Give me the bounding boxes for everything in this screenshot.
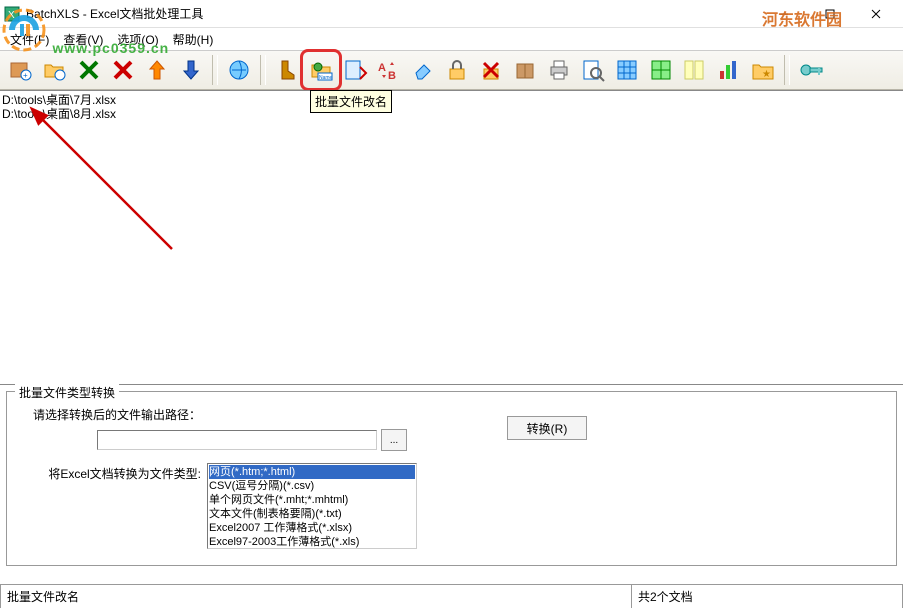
statusbar: 批量文件改名 共2个文档 xyxy=(0,584,903,608)
menu-options[interactable]: 选项(O) xyxy=(111,29,164,50)
worksheet-blue-icon[interactable] xyxy=(611,54,643,86)
svg-text:A: A xyxy=(378,62,386,74)
type-label: 将Excel文档转换为文件类型: xyxy=(17,463,207,482)
file-list[interactable]: D:\tools\桌面\7月.xlsx D:\tools\桌面\8月.xlsx xyxy=(0,90,903,384)
svg-text:+: + xyxy=(23,71,28,80)
list-item[interactable]: D:\tools\桌面\7月.xlsx xyxy=(2,93,903,107)
annotation-arrow xyxy=(22,99,202,279)
move-up-icon[interactable] xyxy=(141,54,173,86)
add-folder-icon[interactable] xyxy=(39,54,71,86)
menubar: 文件(F) 查看(V) 选项(O) 帮助(H) xyxy=(0,28,903,50)
worksheet-green-icon[interactable] xyxy=(645,54,677,86)
convert-panel: 批量文件类型转换 请选择转换后的文件输出路径： ... 转换(R) 将Excel… xyxy=(0,384,903,576)
package-icon[interactable] xyxy=(509,54,541,86)
lock-icon[interactable] xyxy=(441,54,473,86)
svg-text:★: ★ xyxy=(762,69,771,80)
rename-tooltip: 批量文件改名 xyxy=(310,90,392,113)
minimize-button[interactable] xyxy=(761,0,807,28)
maximize-button[interactable] xyxy=(807,0,853,28)
type-option[interactable]: 网页(*.htm;*.html) xyxy=(209,465,415,479)
browse-button[interactable]: ... xyxy=(381,429,407,451)
add-files-icon[interactable]: + xyxy=(5,54,37,86)
type-option[interactable]: CSV(逗号分隔)(*.csv) xyxy=(209,479,415,493)
toolbar: + Name AB ★ xyxy=(0,50,903,90)
folder-star-icon[interactable]: ★ xyxy=(747,54,779,86)
menu-view[interactable]: 查看(V) xyxy=(57,29,109,50)
type-option[interactable]: Excel2007 工作薄格式(*.xlsx) xyxy=(209,521,415,535)
status-left: 批量文件改名 xyxy=(0,584,631,608)
svg-text:B: B xyxy=(388,70,396,82)
print-icon[interactable] xyxy=(543,54,575,86)
type-option[interactable]: 文本文件(制表格要隔)(*.txt) xyxy=(209,507,415,521)
app-icon: X xyxy=(4,6,20,22)
key-icon[interactable] xyxy=(795,54,827,86)
svg-text:X: X xyxy=(8,10,15,21)
close-button[interactable] xyxy=(853,0,899,28)
ab-replace-icon[interactable]: AB xyxy=(373,54,405,86)
eraser-icon[interactable] xyxy=(407,54,439,86)
notes-icon[interactable] xyxy=(679,54,711,86)
menu-help[interactable]: 帮助(H) xyxy=(167,29,220,50)
ie-icon[interactable] xyxy=(223,54,255,86)
menu-file[interactable]: 文件(F) xyxy=(4,29,55,50)
window-title: BatchXLS - Excel文档批处理工具 xyxy=(26,5,203,22)
path-label: 请选择转换后的文件输出路径： xyxy=(17,406,207,423)
unlock-icon[interactable] xyxy=(475,54,507,86)
status-right: 共2个文档 xyxy=(631,584,903,608)
chart-bars-icon[interactable] xyxy=(713,54,745,86)
type-option[interactable]: 单个网页文件(*.mht;*.mhtml) xyxy=(209,493,415,507)
file-type-list[interactable]: 网页(*.htm;*.html) CSV(逗号分隔)(*.csv) 单个网页文件… xyxy=(207,463,417,549)
output-path-input[interactable] xyxy=(97,430,377,450)
type-option[interactable]: Excel97-2003工作薄格式(*.xls) xyxy=(209,535,415,549)
list-item[interactable]: D:\tools\桌面\8月.xlsx xyxy=(2,107,903,121)
titlebar: X BatchXLS - Excel文档批处理工具 xyxy=(0,0,903,28)
clear-icon[interactable] xyxy=(107,54,139,86)
remove-icon[interactable] xyxy=(73,54,105,86)
extract-icon[interactable] xyxy=(339,54,371,86)
move-down-icon[interactable] xyxy=(175,54,207,86)
boot-icon[interactable] xyxy=(271,54,303,86)
svg-text:Name: Name xyxy=(319,75,333,81)
batch-rename-button[interactable]: Name xyxy=(305,54,337,86)
convert-button[interactable]: 转换(R) xyxy=(507,416,587,440)
preview-icon[interactable] xyxy=(577,54,609,86)
convert-legend: 批量文件类型转换 xyxy=(15,384,119,401)
